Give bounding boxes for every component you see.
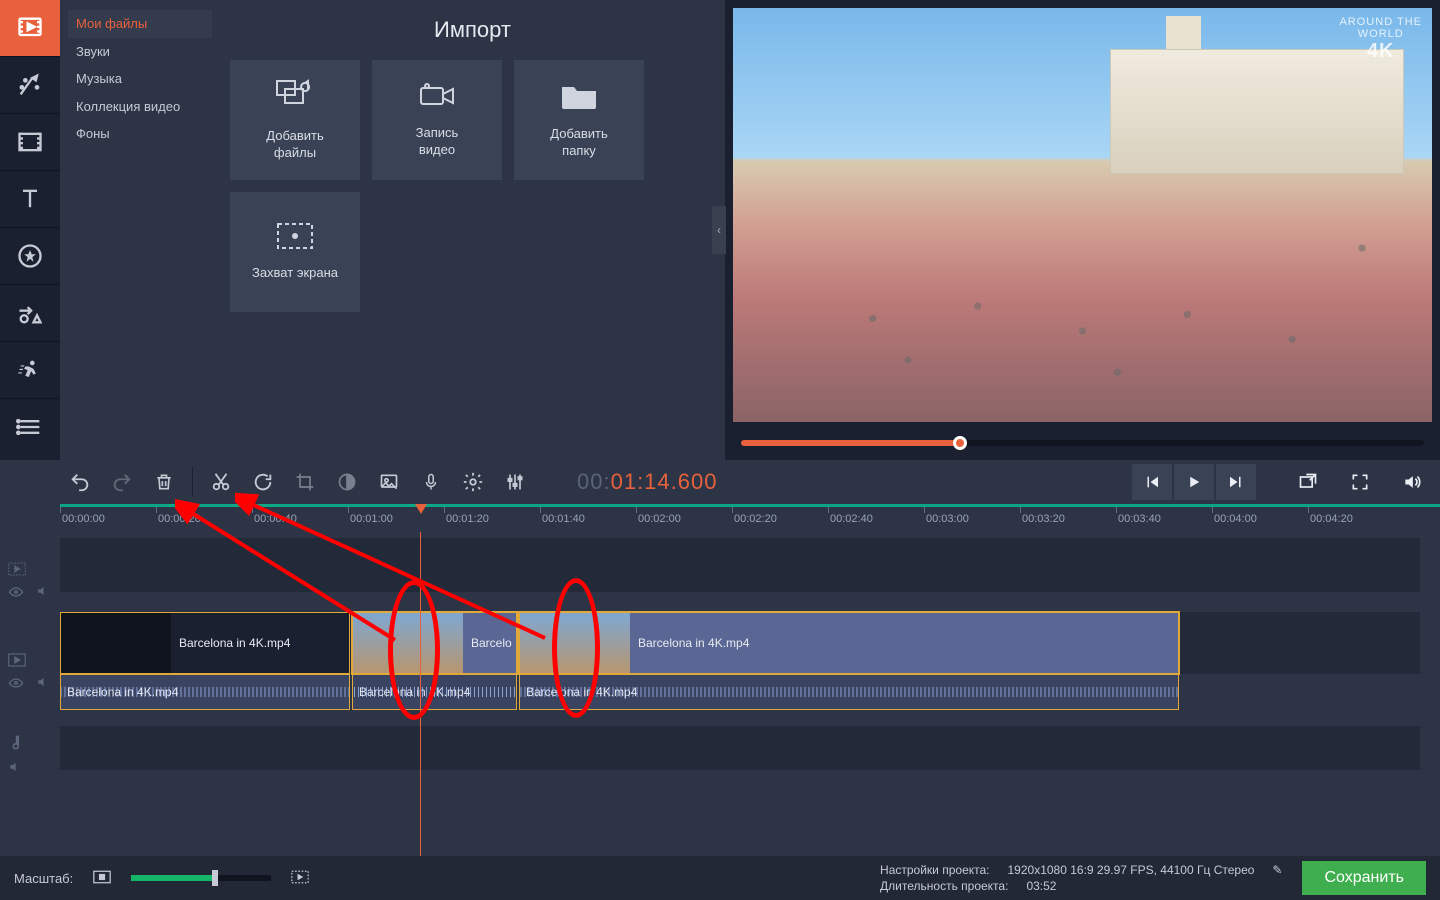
project-settings-value: 1920x1080 16:9 29.97 FPS, 44100 Гц Стере… bbox=[1008, 863, 1255, 877]
camcorder-icon bbox=[417, 82, 457, 115]
timecode-display: 00:01:14.600 bbox=[577, 469, 817, 495]
source-music[interactable]: Музыка bbox=[68, 65, 212, 93]
redo-button[interactable] bbox=[102, 463, 142, 501]
source-my-files[interactable]: Мои файлы bbox=[68, 10, 212, 38]
tile-record-video[interactable]: Запись видео bbox=[372, 60, 502, 180]
edit-settings-icon[interactable]: ✎ bbox=[1272, 863, 1282, 877]
status-bar: Масштаб: Настройки проекта: 1920x1080 16:… bbox=[0, 856, 1440, 900]
folder-icon bbox=[560, 81, 598, 116]
audio-clip-3[interactable]: Barcelona in 4K.mp4 bbox=[519, 674, 1179, 710]
tile-add-files[interactable]: Добавить файлы bbox=[230, 60, 360, 180]
tile-label: Захват экрана bbox=[252, 265, 338, 282]
tile-label: Добавить папку bbox=[550, 126, 607, 160]
media-files-icon bbox=[275, 79, 315, 118]
tab-transitions[interactable] bbox=[0, 114, 60, 170]
tab-shapes[interactable] bbox=[0, 285, 60, 341]
tab-filters[interactable] bbox=[0, 57, 60, 113]
mute-icon[interactable] bbox=[36, 584, 50, 603]
source-list: Мои файлы Звуки Музыка Коллекция видео Ф… bbox=[60, 0, 220, 460]
tile-label: Добавить файлы bbox=[266, 128, 323, 162]
panel-collapse-handle[interactable]: ‹ bbox=[712, 206, 726, 254]
tile-label: Запись видео bbox=[416, 125, 459, 159]
overlay-track-head[interactable] bbox=[0, 558, 60, 580]
tab-titles[interactable] bbox=[0, 171, 60, 227]
side-tab-strip bbox=[0, 0, 60, 460]
annotation-arrow-2 bbox=[235, 488, 555, 648]
source-sounds[interactable]: Звуки bbox=[68, 38, 212, 66]
audio-clip-2[interactable]: Barcelona in 4K.mp4 bbox=[352, 674, 517, 710]
screen-capture-icon bbox=[276, 222, 314, 255]
audio-clip-1[interactable]: Barcelona in 4K.mp4 bbox=[60, 674, 350, 710]
source-backgrounds[interactable]: Фоны bbox=[68, 120, 212, 148]
preview-progress[interactable] bbox=[741, 440, 1424, 446]
audio-track-head[interactable] bbox=[0, 730, 60, 756]
project-settings-label: Настройки проекта: bbox=[880, 863, 989, 877]
tab-motion[interactable] bbox=[0, 342, 60, 398]
audio-lane[interactable] bbox=[60, 726, 1420, 770]
prev-frame-button[interactable] bbox=[1132, 464, 1172, 500]
preview-viewport[interactable]: AROUND THE WORLD 4K bbox=[733, 8, 1432, 422]
tile-add-folder[interactable]: Добавить папку bbox=[514, 60, 644, 180]
project-duration-label: Длительность проекта: bbox=[880, 879, 1008, 893]
tab-more[interactable] bbox=[0, 399, 60, 455]
mute-icon[interactable] bbox=[36, 675, 50, 694]
detach-preview-button[interactable] bbox=[1288, 464, 1328, 500]
zoom-out-icon[interactable] bbox=[93, 870, 111, 887]
play-button[interactable] bbox=[1174, 464, 1214, 500]
visibility-icon[interactable] bbox=[8, 585, 24, 603]
tab-stickers[interactable] bbox=[0, 228, 60, 284]
zoom-slider[interactable] bbox=[131, 875, 271, 881]
panel-title: Импорт bbox=[220, 0, 725, 60]
tile-screen-capture[interactable]: Захват экрана bbox=[230, 192, 360, 312]
fullscreen-button[interactable] bbox=[1340, 464, 1380, 500]
undo-button[interactable] bbox=[60, 463, 100, 501]
source-video-collection[interactable]: Коллекция видео bbox=[68, 93, 212, 121]
watermark: AROUND THE WORLD 4K bbox=[1339, 16, 1422, 62]
volume-button[interactable] bbox=[1392, 464, 1432, 500]
video-clip-3[interactable]: Barcelona in 4K.mp4 bbox=[519, 612, 1179, 674]
import-panel: Мои файлы Звуки Музыка Коллекция видео Ф… bbox=[60, 0, 725, 460]
save-button[interactable]: Сохранить bbox=[1302, 861, 1426, 895]
video-track-head[interactable] bbox=[0, 649, 60, 671]
project-duration-value: 03:52 bbox=[1026, 879, 1056, 893]
mute-icon[interactable] bbox=[8, 760, 22, 779]
preview-area: AROUND THE WORLD 4K bbox=[725, 0, 1440, 460]
visibility-icon[interactable] bbox=[8, 676, 24, 694]
linked-audio-lane[interactable]: Barcelona in 4K.mp4 Barcelona in 4K.mp4 … bbox=[60, 674, 1420, 710]
zoom-in-icon[interactable] bbox=[291, 870, 309, 887]
next-frame-button[interactable] bbox=[1216, 464, 1256, 500]
zoom-label: Масштаб: bbox=[14, 871, 73, 886]
tab-import[interactable] bbox=[0, 0, 60, 56]
